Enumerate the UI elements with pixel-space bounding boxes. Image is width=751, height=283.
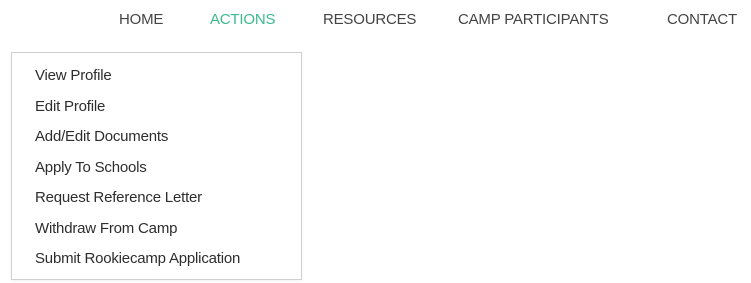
menu-item-edit-profile[interactable]: Edit Profile (12, 92, 301, 123)
actions-dropdown-menu: View Profile Edit Profile Add/Edit Docum… (11, 52, 302, 280)
nav-item-camp-participants[interactable]: CAMP PARTICIPANTS (458, 9, 609, 31)
top-navigation: HOME ACTIONS RESOURCES CAMP PARTICIPANTS… (0, 9, 751, 31)
nav-item-home[interactable]: HOME (119, 9, 163, 31)
menu-item-withdraw-from-camp[interactable]: Withdraw From Camp (12, 214, 301, 245)
menu-item-request-reference-letter[interactable]: Request Reference Letter (12, 183, 301, 214)
menu-item-apply-to-schools[interactable]: Apply To Schools (12, 153, 301, 184)
menu-item-submit-rookiecamp-application[interactable]: Submit Rookiecamp Application (12, 244, 301, 275)
nav-item-actions[interactable]: ACTIONS (210, 9, 275, 31)
menu-item-add-edit-documents[interactable]: Add/Edit Documents (12, 122, 301, 153)
nav-item-contact[interactable]: CONTACT (667, 9, 737, 31)
menu-item-view-profile[interactable]: View Profile (12, 61, 301, 92)
nav-item-resources[interactable]: RESOURCES (323, 9, 416, 31)
